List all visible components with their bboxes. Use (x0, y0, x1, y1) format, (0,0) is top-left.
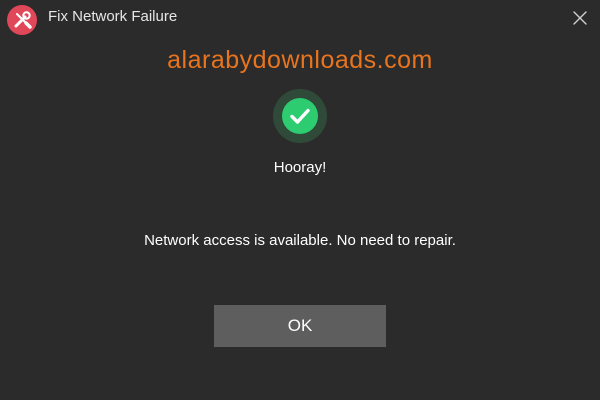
watermark-text: alarabydownloads.com (167, 46, 433, 74)
close-icon (573, 11, 587, 25)
title-bar: Fix Network Failure (0, 0, 600, 36)
result-message: Network access is available. No need to … (144, 232, 456, 249)
ok-button[interactable]: OK (214, 305, 386, 347)
result-headline: Hooray! (273, 159, 327, 176)
fix-network-dialog: Fix Network Failure alarabydownloads.com… (0, 0, 600, 400)
window-title: Fix Network Failure (48, 8, 178, 25)
check-circle-icon (273, 89, 327, 143)
close-button[interactable] (566, 4, 594, 32)
tools-icon (7, 5, 37, 35)
